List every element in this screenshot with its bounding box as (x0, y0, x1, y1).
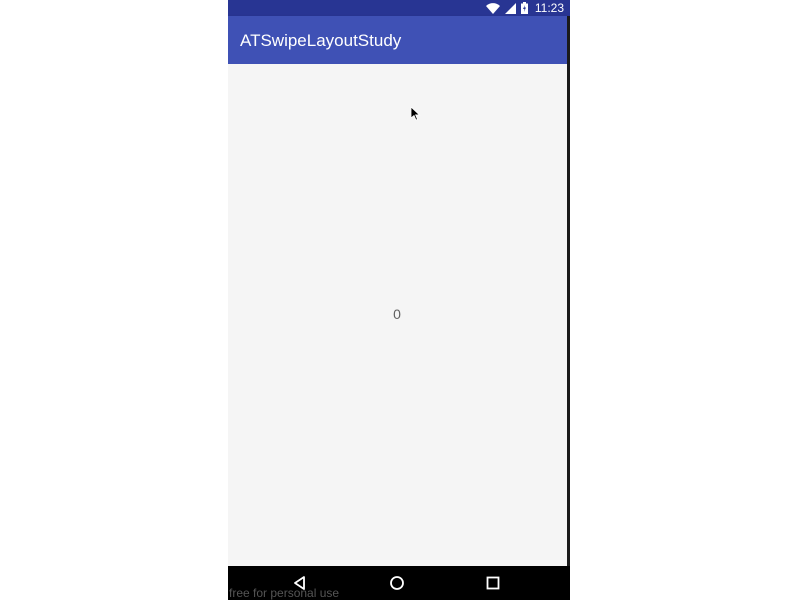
home-icon (390, 576, 404, 590)
recents-button[interactable] (485, 575, 501, 591)
watermark-text: free for personal use (229, 586, 340, 600)
battery-charging-icon (520, 2, 528, 14)
app-title: ATSwipeLayoutStudy (240, 31, 402, 50)
recents-icon (486, 576, 500, 590)
phone-screen: 11:23 ATSwipeLayoutStudy 0 (228, 0, 570, 600)
wifi-icon (485, 2, 500, 14)
counter-text: 0 (393, 306, 401, 322)
screen-edge (567, 16, 570, 566)
status-bar: 11:23 (228, 0, 570, 16)
app-bar: ATSwipeLayoutStudy (228, 16, 570, 64)
mouse-cursor-icon (410, 106, 421, 126)
swipe-content-area[interactable]: 0 (228, 64, 570, 566)
status-icons: 11:23 (485, 0, 564, 16)
status-time: 11:23 (534, 1, 564, 15)
home-button[interactable] (389, 575, 405, 591)
cell-signal-icon (504, 2, 516, 14)
